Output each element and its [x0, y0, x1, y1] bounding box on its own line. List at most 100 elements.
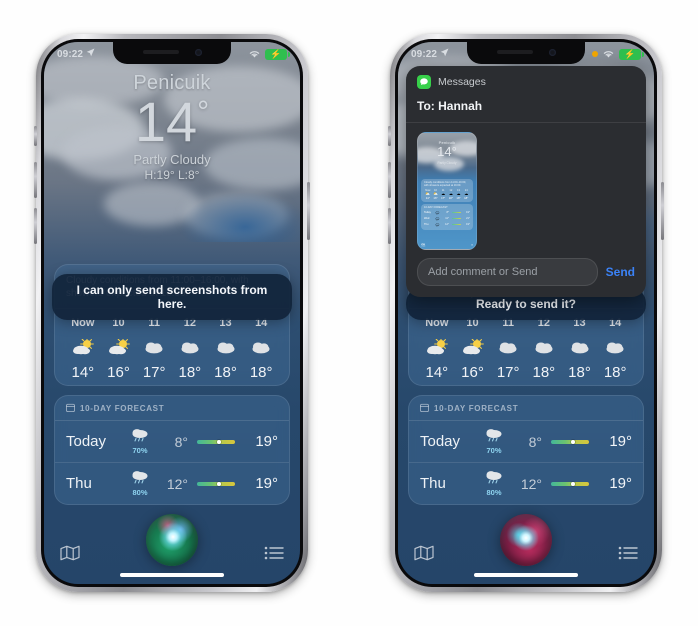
current-temp-dot — [571, 439, 576, 444]
hour-temperature: 14° — [71, 364, 95, 382]
hour-cell[interactable]: 11 17° — [136, 317, 172, 381]
forecast-day-label: Thu — [420, 475, 446, 493]
ten-day-forecast-card[interactable]: 10-DAY FORECAST Today 70% 8° 19° Thu 80%… — [408, 395, 644, 506]
current-temp-dot — [217, 481, 222, 486]
volume-up-button[interactable] — [34, 162, 37, 198]
volume-down-button[interactable] — [388, 208, 391, 244]
ten-day-forecast-card[interactable]: 10-DAY FORECAST Today 70% 8° 19° Thu 80%… — [54, 395, 290, 506]
phone-left: Penicuik 14° Partly Cloudy H:19° L:8° Cl… — [34, 34, 310, 592]
high-low-text: H:19° L:8° — [144, 168, 200, 183]
temperature-range-bar — [551, 481, 589, 486]
hour-cell[interactable]: 14 18° — [597, 317, 633, 381]
home-indicator-left[interactable] — [120, 573, 224, 577]
cloud-icon — [526, 338, 562, 356]
forecast-high: 19° — [609, 433, 632, 451]
message-recipient: To: Hannah — [406, 95, 646, 123]
hour-cell[interactable]: 11 17° — [490, 317, 526, 381]
silent-switch[interactable] — [34, 126, 37, 146]
precipitation-percent: 70% — [486, 446, 502, 456]
notch-right — [467, 42, 585, 64]
current-temperature: 14° — [44, 93, 300, 150]
battery-charging-icon: ⚡ — [265, 48, 290, 60]
send-button[interactable]: Send — [606, 265, 635, 279]
earpiece-speaker — [142, 50, 179, 54]
temperature-range-bar — [197, 439, 235, 444]
cloud-icon — [172, 338, 208, 356]
messages-app-label: Messages — [438, 76, 486, 88]
hour-cell[interactable]: 14 18° — [243, 317, 279, 381]
forecast-low: 12° — [520, 475, 542, 492]
battery-charging-icon: ⚡ — [619, 48, 644, 60]
forecast-high: 19° — [255, 433, 278, 451]
siri-orb-right[interactable] — [500, 514, 552, 566]
front-camera — [548, 48, 556, 56]
list-icon[interactable] — [264, 546, 284, 565]
hour-cell[interactable]: 10 16° — [455, 317, 491, 381]
cloud-with-rain-icon: 80% — [122, 470, 158, 497]
hourly-row[interactable]: Now 14° 10 16° 11 17° 12 18° 13 18° 14 1… — [55, 309, 289, 385]
location-arrow-icon — [440, 48, 449, 60]
status-time: 09:22 — [411, 48, 438, 60]
comment-input[interactable]: Add comment or Send — [417, 258, 598, 286]
temperature-value: 14 — [134, 90, 198, 153]
forecast-day-label: Today — [420, 433, 461, 451]
hour-cell[interactable]: 13 18° — [562, 317, 598, 381]
siri-orb-left[interactable] — [146, 514, 198, 566]
hour-cell[interactable]: 10 16° — [101, 317, 137, 381]
sun-behind-cloud-icon — [455, 338, 491, 356]
ten-day-row[interactable]: Thu 80% 12° 19° — [55, 463, 289, 504]
home-indicator-right[interactable] — [474, 573, 578, 577]
silent-switch[interactable] — [388, 126, 391, 146]
siri-response-banner-left: I can only send screenshots from here. — [52, 274, 292, 320]
hour-temperature: 18° — [568, 364, 591, 382]
power-button[interactable] — [307, 182, 310, 240]
hour-cell[interactable]: Now 14° — [419, 317, 455, 381]
messages-icon — [417, 75, 431, 89]
status-bar-right-group: ⚡ — [248, 48, 290, 60]
forecast-day-label: Today — [66, 433, 107, 451]
microphone-indicator-dot — [592, 51, 598, 57]
hour-temperature: 18° — [178, 364, 202, 382]
precipitation-percent: 70% — [132, 446, 148, 456]
map-icon[interactable] — [414, 545, 434, 566]
hour-temperature: 18° — [249, 364, 273, 382]
hourly-row[interactable]: Now 14° 10 16° 11 17° 12 18° 13 18° 14 1… — [409, 309, 643, 385]
messages-compose-sheet[interactable]: Messages To: Hannah Penicuik 14° Partly … — [406, 66, 646, 297]
ten-day-row[interactable]: Today 70% 8° 19° — [55, 421, 289, 464]
cloud-icon — [243, 338, 279, 356]
phone-bezel-left: Penicuik 14° Partly Cloudy H:19° L:8° Cl… — [41, 39, 303, 587]
power-button[interactable] — [661, 182, 664, 240]
cloud-icon — [136, 338, 172, 356]
forecast-low: 8° — [528, 433, 542, 450]
sun-behind-cloud-icon — [101, 338, 137, 356]
screen-right: Cloudy conditions from 11:00–16:00, with… — [398, 42, 654, 584]
screenshot-stage: Penicuik 14° Partly Cloudy H:19° L:8° Cl… — [0, 0, 698, 626]
hour-cell[interactable]: 12 18° — [526, 317, 562, 381]
hour-temperature: 18° — [532, 364, 556, 382]
ten-day-header: 10-DAY FORECAST — [409, 396, 643, 422]
thumbnail-summary: Cloudy conditions from 11:00–16:00, with… — [424, 181, 467, 188]
ten-day-header: 10-DAY FORECAST — [55, 396, 289, 422]
hour-cell[interactable]: 12 18° — [172, 317, 208, 381]
volume-up-button[interactable] — [388, 162, 391, 198]
message-input-row: Add comment or Send Send — [406, 258, 646, 297]
phone-bezel-right: Cloudy conditions from 11:00–16:00, with… — [395, 39, 657, 587]
sun-behind-cloud-icon — [419, 338, 455, 356]
hour-cell[interactable]: Now 14° — [65, 317, 101, 381]
list-icon[interactable] — [618, 546, 638, 565]
volume-down-button[interactable] — [34, 208, 37, 244]
hour-temperature: 18° — [603, 364, 627, 382]
degree-symbol: ° — [197, 95, 210, 129]
ten-day-row[interactable]: Thu 80% 12° 19° — [409, 463, 643, 504]
forecast-high: 19° — [609, 475, 632, 493]
sun-behind-cloud-icon — [65, 338, 101, 356]
precipitation-percent: 80% — [486, 488, 502, 498]
temperature-range-bar — [551, 439, 589, 444]
screenshot-thumbnail[interactable]: Penicuik 14° Partly Cloudy Cloudy condit… — [417, 132, 477, 250]
hour-cell[interactable]: 13 18° — [208, 317, 244, 381]
thumbnail-hourly-card: Cloudy conditions from 11:00–16:00, with… — [421, 179, 473, 203]
ten-day-row[interactable]: Today 70% 8° 19° — [409, 421, 643, 464]
current-temp-dot — [217, 439, 222, 444]
cloud-with-rain-icon: 70% — [122, 428, 158, 455]
map-icon[interactable] — [60, 545, 80, 566]
